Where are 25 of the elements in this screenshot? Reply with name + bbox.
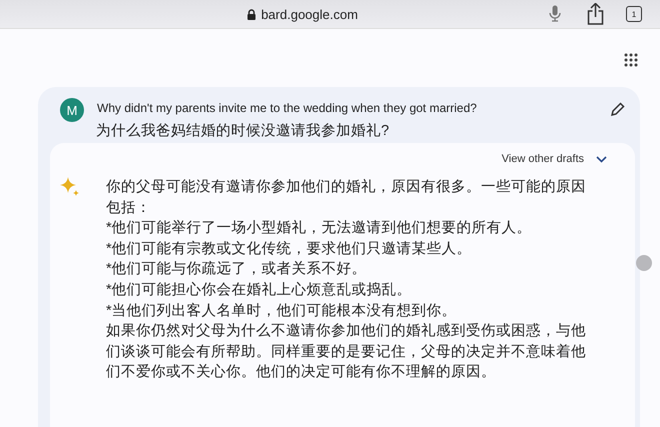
response-text-line: 包括： bbox=[106, 198, 152, 218]
response-text-line: *他们可能担心你会在婚礼上心烦意乱或捣乱。 bbox=[106, 280, 413, 300]
tab-count-button[interactable]: 1 bbox=[626, 6, 642, 22]
response-text-line: 们谈谈可能会有所帮助。同样重要的是要记住，父母的决定并不意味着他 bbox=[106, 342, 586, 362]
sparkle-icon bbox=[60, 177, 80, 197]
response-text-line: 如果你仍然对父母为什么不邀请你参加他们的婚礼感到受伤或困惑，与他 bbox=[106, 322, 586, 342]
scroll-thumb[interactable] bbox=[636, 255, 652, 271]
response-text-line: *他们可能有宗教或文化传统，要求他们只邀请某些人。 bbox=[106, 240, 473, 259]
lock-icon bbox=[247, 8, 256, 20]
share-icon[interactable] bbox=[587, 3, 604, 25]
url-text: bard.google.com bbox=[261, 6, 358, 22]
chevron-down-icon bbox=[596, 156, 607, 162]
response-text-line: 你的父母可能没有邀请你参加他们的婚礼，原因有很多。一些可能的原因 bbox=[106, 178, 586, 197]
user-avatar: M bbox=[60, 98, 84, 122]
prompt-text: Why didn't my parents invite me to the wedding when they got married? bbox=[97, 101, 478, 115]
microphone-icon[interactable] bbox=[549, 5, 561, 22]
pencil-icon[interactable] bbox=[611, 102, 625, 116]
apps-grid-icon[interactable] bbox=[624, 53, 638, 67]
response-text-line: *当他们列出客人名单时，他们可能根本没有想到你。 bbox=[106, 302, 458, 321]
response-text-line: 们不爱你或不关心你。他们的决定可能有你不理解的原因。 bbox=[106, 362, 497, 382]
view-other-drafts-button[interactable]: View other drafts bbox=[502, 151, 607, 167]
url-field[interactable]: bard.google.com bbox=[40, 1, 565, 27]
response-text-line: *他们可能与你疏远了，或者关系不好。 bbox=[106, 260, 368, 280]
prompt-translation: 为什么我爸妈结婚的时候没邀请我参加婚礼? bbox=[96, 122, 390, 140]
response-text-line: *他们可能举行了一场小型婚礼，无法邀请到他们想要的所有人。 bbox=[106, 218, 533, 238]
